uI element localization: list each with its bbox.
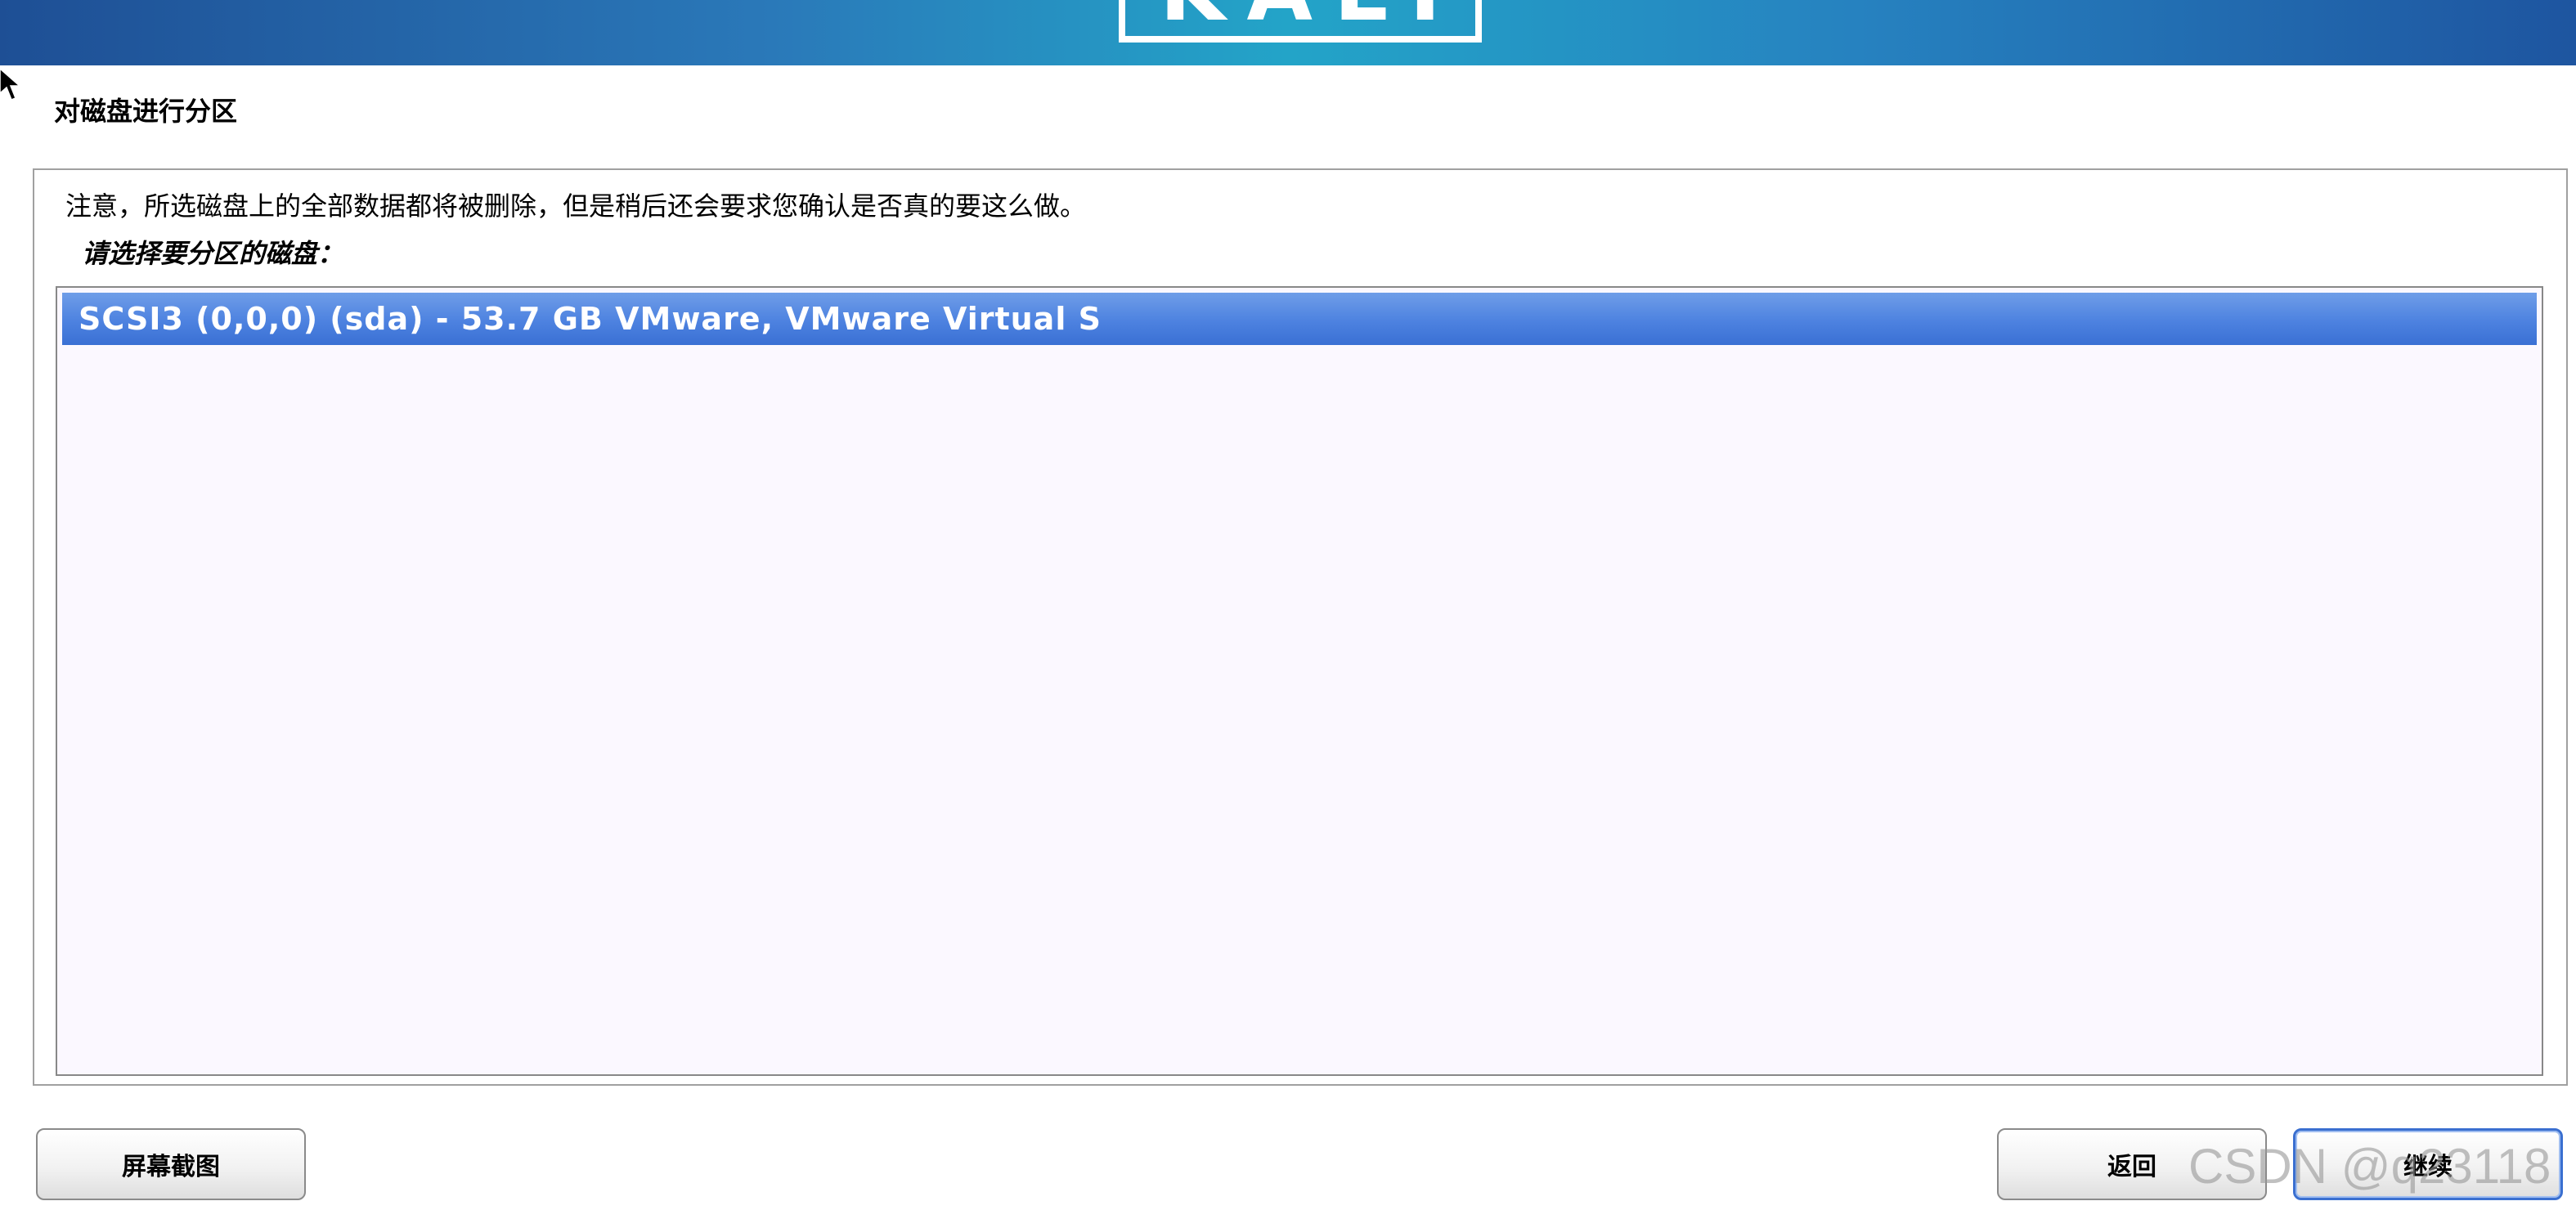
kali-logo-text: KALI xyxy=(1138,0,1462,33)
disk-select-prompt: 请选择要分区的磁盘： xyxy=(82,238,344,269)
page-title: 对磁盘进行分区 xyxy=(54,96,238,127)
disk-list-item-selected[interactable]: SCSI3 (0,0,0) (sda) - 53.7 GB VMware, VM… xyxy=(62,293,2537,345)
kali-logo: KALI xyxy=(1119,0,1482,43)
screenshot-button[interactable]: 屏幕截图 xyxy=(36,1128,306,1200)
csdn-watermark: CSDN @q23118 xyxy=(2188,1139,2551,1194)
warning-notice: 注意，所选磁盘上的全部数据都将被删除，但是稍后还会要求您确认是否真的要这么做。 xyxy=(65,190,1087,222)
kali-banner: KALI xyxy=(0,0,2576,65)
mouse-cursor-icon xyxy=(0,69,21,101)
disk-list[interactable]: SCSI3 (0,0,0) (sda) - 53.7 GB VMware, VM… xyxy=(56,286,2543,1076)
